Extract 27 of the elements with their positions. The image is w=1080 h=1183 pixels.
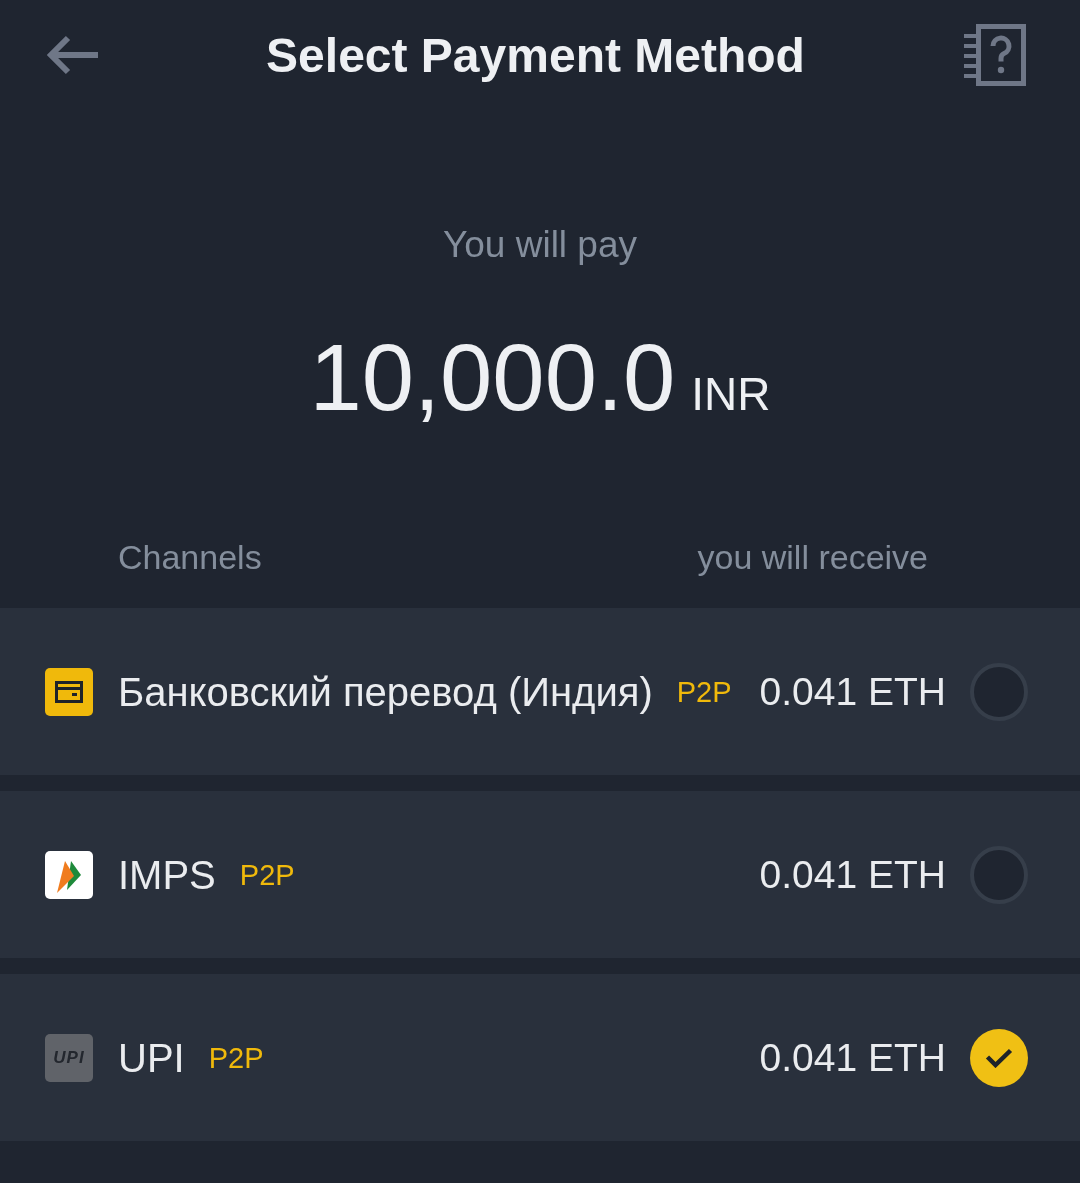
text-logo: UPI <box>45 1033 93 1082</box>
method-tag: P2P <box>239 857 295 892</box>
arrow-left-icon <box>45 35 101 75</box>
column-label: you will receive <box>697 537 928 578</box>
page-title: Select Payment Method <box>266 27 805 83</box>
channel-row[interactable]: UPI UPI P2P 0.041 ETH <box>0 974 1080 1141</box>
check-icon <box>985 1047 1013 1068</box>
channel-name: UPI <box>118 1034 185 1082</box>
receive-amount: 0.041 ETH <box>759 1034 946 1081</box>
currency-label: INR <box>691 371 771 417</box>
pay-label: You will pay <box>442 223 637 266</box>
channel-row[interactable]: IMPS P2P 0.041 ETH <box>0 791 1080 958</box>
channel-name: IMPS <box>118 851 216 899</box>
method-tag: P2P <box>676 674 732 709</box>
method-tag: P2P <box>208 1040 264 1075</box>
column-label: Channels <box>118 537 262 578</box>
help-button[interactable] <box>964 24 1026 86</box>
card-icon <box>45 667 93 716</box>
receive-amount: 0.041 ETH <box>759 668 946 715</box>
chevron-logo-icon <box>45 850 93 899</box>
radio-button[interactable] <box>970 1028 1028 1087</box>
help-icon <box>964 24 1026 86</box>
channel-name: Банковский перевод (Индия) <box>118 668 653 716</box>
channel-row[interactable]: Банковский перевод (Индия) P2P 0.041 ETH <box>0 608 1080 775</box>
receive-amount: 0.041 ETH <box>759 851 946 898</box>
pay-amount: 10,000.0 <box>309 332 676 424</box>
back-button[interactable] <box>45 35 101 75</box>
